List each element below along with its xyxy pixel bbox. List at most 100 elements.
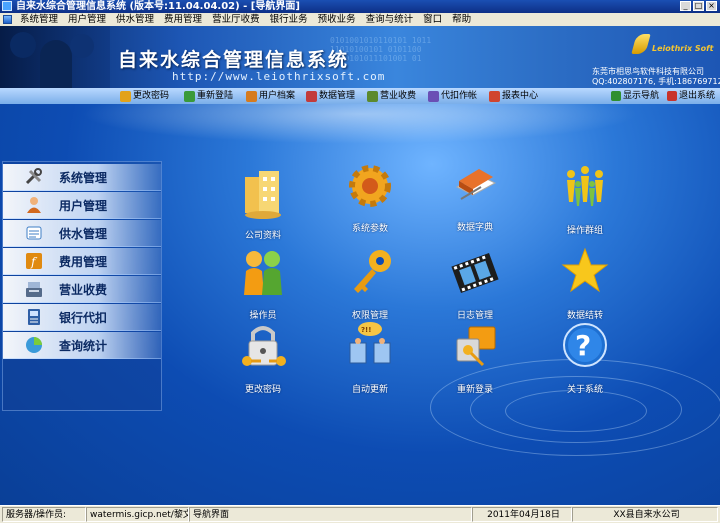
data-transfer-star-icon (561, 247, 609, 293)
banner-binary-decoration: 0101001010110101 1011 11010100101 010110… (330, 36, 432, 63)
company-building-icon (245, 171, 281, 219)
company-contact: QQ:402807176, 手机:18676971258 (592, 77, 720, 86)
nav-business-billing[interactable]: 营业收费 (3, 276, 161, 303)
menu-water-supply[interactable]: 供水管理 (111, 13, 159, 26)
toolbar-user-files[interactable]: 用户档案 (246, 88, 295, 104)
tools-icon (25, 168, 42, 185)
operator-group-icon (567, 166, 603, 206)
maximize-button[interactable]: □ (693, 1, 704, 11)
menu-query-stats[interactable]: 查询与统计 (361, 13, 419, 26)
menu-help[interactable]: 帮助 (447, 13, 476, 26)
tile-company-info[interactable]: 公司资料 (213, 167, 313, 247)
auto-update-icon: ?!! (349, 322, 391, 364)
help-question-icon: ? (563, 323, 607, 367)
tile-label: 更改密码 (244, 385, 281, 395)
app-name: 自来水综合管理信息系统 (118, 49, 350, 71)
tile-data-transfer[interactable]: 数据结转 (535, 247, 635, 327)
tile-relogin[interactable]: 重新登录 (425, 321, 525, 401)
withhold-icon (428, 90, 439, 102)
tile-change-password[interactable]: 更改密码 (213, 321, 313, 401)
menu-window[interactable]: 窗口 (418, 13, 447, 26)
banner-people-image (0, 26, 110, 88)
tile-label: 数据结转 (566, 311, 603, 321)
svg-text:?: ? (575, 329, 591, 362)
water-supply-icon (26, 226, 42, 240)
key-icon (120, 90, 131, 102)
tile-system-parameters[interactable]: 系统参数 (320, 160, 420, 240)
permission-key-icon (354, 250, 391, 293)
tile-operator-group[interactable]: 操作群组 (535, 162, 635, 242)
change-password-lock-icon (242, 326, 286, 366)
mdi-document-icon[interactable] (3, 15, 12, 24)
website-url: http://www.leiothrixsoft.com (172, 70, 386, 83)
nav-water-supply[interactable]: 供水管理 (3, 220, 161, 247)
tile-label: 公司资料 (244, 231, 281, 241)
fee-icon: f (26, 253, 42, 269)
toolbar-withhold[interactable]: 代扣作帐 (428, 88, 477, 104)
svg-text:?!!: ?!! (361, 326, 371, 334)
toolbar-report-center[interactable]: 报表中心 (489, 88, 538, 104)
minimize-button[interactable]: _ (680, 1, 691, 11)
nav-fee-management[interactable]: f 费用管理 (3, 248, 161, 275)
toolbar-relogin[interactable]: 重新登陆 (184, 88, 233, 104)
nav-user-management[interactable]: 用户管理 (3, 192, 161, 219)
user-file-icon (246, 90, 257, 102)
tile-auto-update[interactable]: ?!! 自动更新 (320, 321, 420, 401)
tile-data-dictionary[interactable]: 数据字典 (425, 159, 525, 239)
company-logo: Leiothrix Soft (630, 34, 714, 54)
window-title: 自来水综合管理信息系统 (版本号:11.04.04.02) - [导航界面] (16, 1, 300, 12)
status-server-label: 服务器/操作员: (2, 507, 86, 522)
tile-permission-management[interactable]: 权限管理 (320, 247, 420, 327)
status-bar: 服务器/操作员: watermis.gicp.net/黎文强 导航界面 2011… (0, 505, 720, 523)
user-icon (27, 197, 41, 213)
tile-label: 关于系统 (566, 385, 603, 395)
dictionary-book-icon (455, 169, 497, 200)
show-navigation-button[interactable]: 显示导航 (611, 88, 659, 104)
menu-bank[interactable]: 银行业务 (265, 13, 313, 26)
tile-label: 重新登录 (456, 385, 493, 395)
nav-query-statistics[interactable]: 查询统计 (3, 332, 161, 359)
close-button[interactable]: × (706, 1, 717, 11)
window-controls: _ □ × (680, 1, 717, 11)
menu-fees[interactable]: 费用管理 (159, 13, 207, 26)
exit-icon (667, 91, 677, 101)
navigation-icon (611, 91, 621, 101)
logo-text: Leiothrix Soft (652, 44, 714, 53)
tile-about-system[interactable]: ? 关于系统 (535, 321, 635, 401)
tile-label: 数据字典 (456, 223, 493, 233)
banner: 0101001010110101 1011 11010100101 010110… (0, 26, 720, 88)
status-server-operator: watermis.gicp.net/黎文强 (86, 507, 189, 522)
data-manage-icon (306, 90, 317, 102)
app-icon (2, 1, 12, 11)
nav-system-management[interactable]: 系统管理 (3, 164, 161, 191)
tile-label: 日志管理 (456, 311, 493, 321)
status-current-view: 导航界面 (189, 507, 472, 522)
toolbar: 更改密码 重新登陆 用户档案 数据管理 营业收费 代扣作帐 报表中心 显示导航 … (0, 88, 720, 105)
nav-bank-withhold[interactable]: 银行代扣 (3, 304, 161, 331)
menu-users[interactable]: 用户管理 (63, 13, 111, 26)
logo-mark-icon (631, 34, 651, 54)
relogin-icon (184, 90, 195, 102)
log-filmstrip-icon (451, 253, 499, 293)
cash-register-icon (26, 282, 42, 297)
toolbar-data-management[interactable]: 数据管理 (306, 88, 355, 104)
tile-label: 操作员 (249, 311, 277, 321)
bank-icon (28, 309, 40, 325)
status-date: 2011年04月18日 (472, 507, 572, 522)
menu-system[interactable]: 系统管理 (15, 13, 63, 26)
workspace-glow (80, 104, 640, 144)
tile-label: 系统参数 (351, 224, 388, 234)
tile-label: 权限管理 (351, 311, 388, 321)
status-organization: XX县自来水公司 (572, 507, 718, 522)
report-icon (489, 90, 500, 102)
toolbar-billing[interactable]: 营业收费 (367, 88, 416, 104)
tile-operator[interactable]: 操作员 (213, 247, 313, 327)
menu-counter-billing[interactable]: 营业厅收费 (207, 13, 265, 26)
toolbar-change-password[interactable]: 更改密码 (120, 88, 169, 104)
tile-label: 自动更新 (351, 385, 388, 395)
tile-log-management[interactable]: 日志管理 (425, 247, 525, 327)
operator-icon (244, 251, 282, 295)
menu-prepaid[interactable]: 预收业务 (313, 13, 361, 26)
window-titlebar: 自来水综合管理信息系统 (版本号:11.04.04.02) - [导航界面] _… (0, 0, 720, 13)
exit-system-button[interactable]: 退出系统 (667, 88, 715, 104)
